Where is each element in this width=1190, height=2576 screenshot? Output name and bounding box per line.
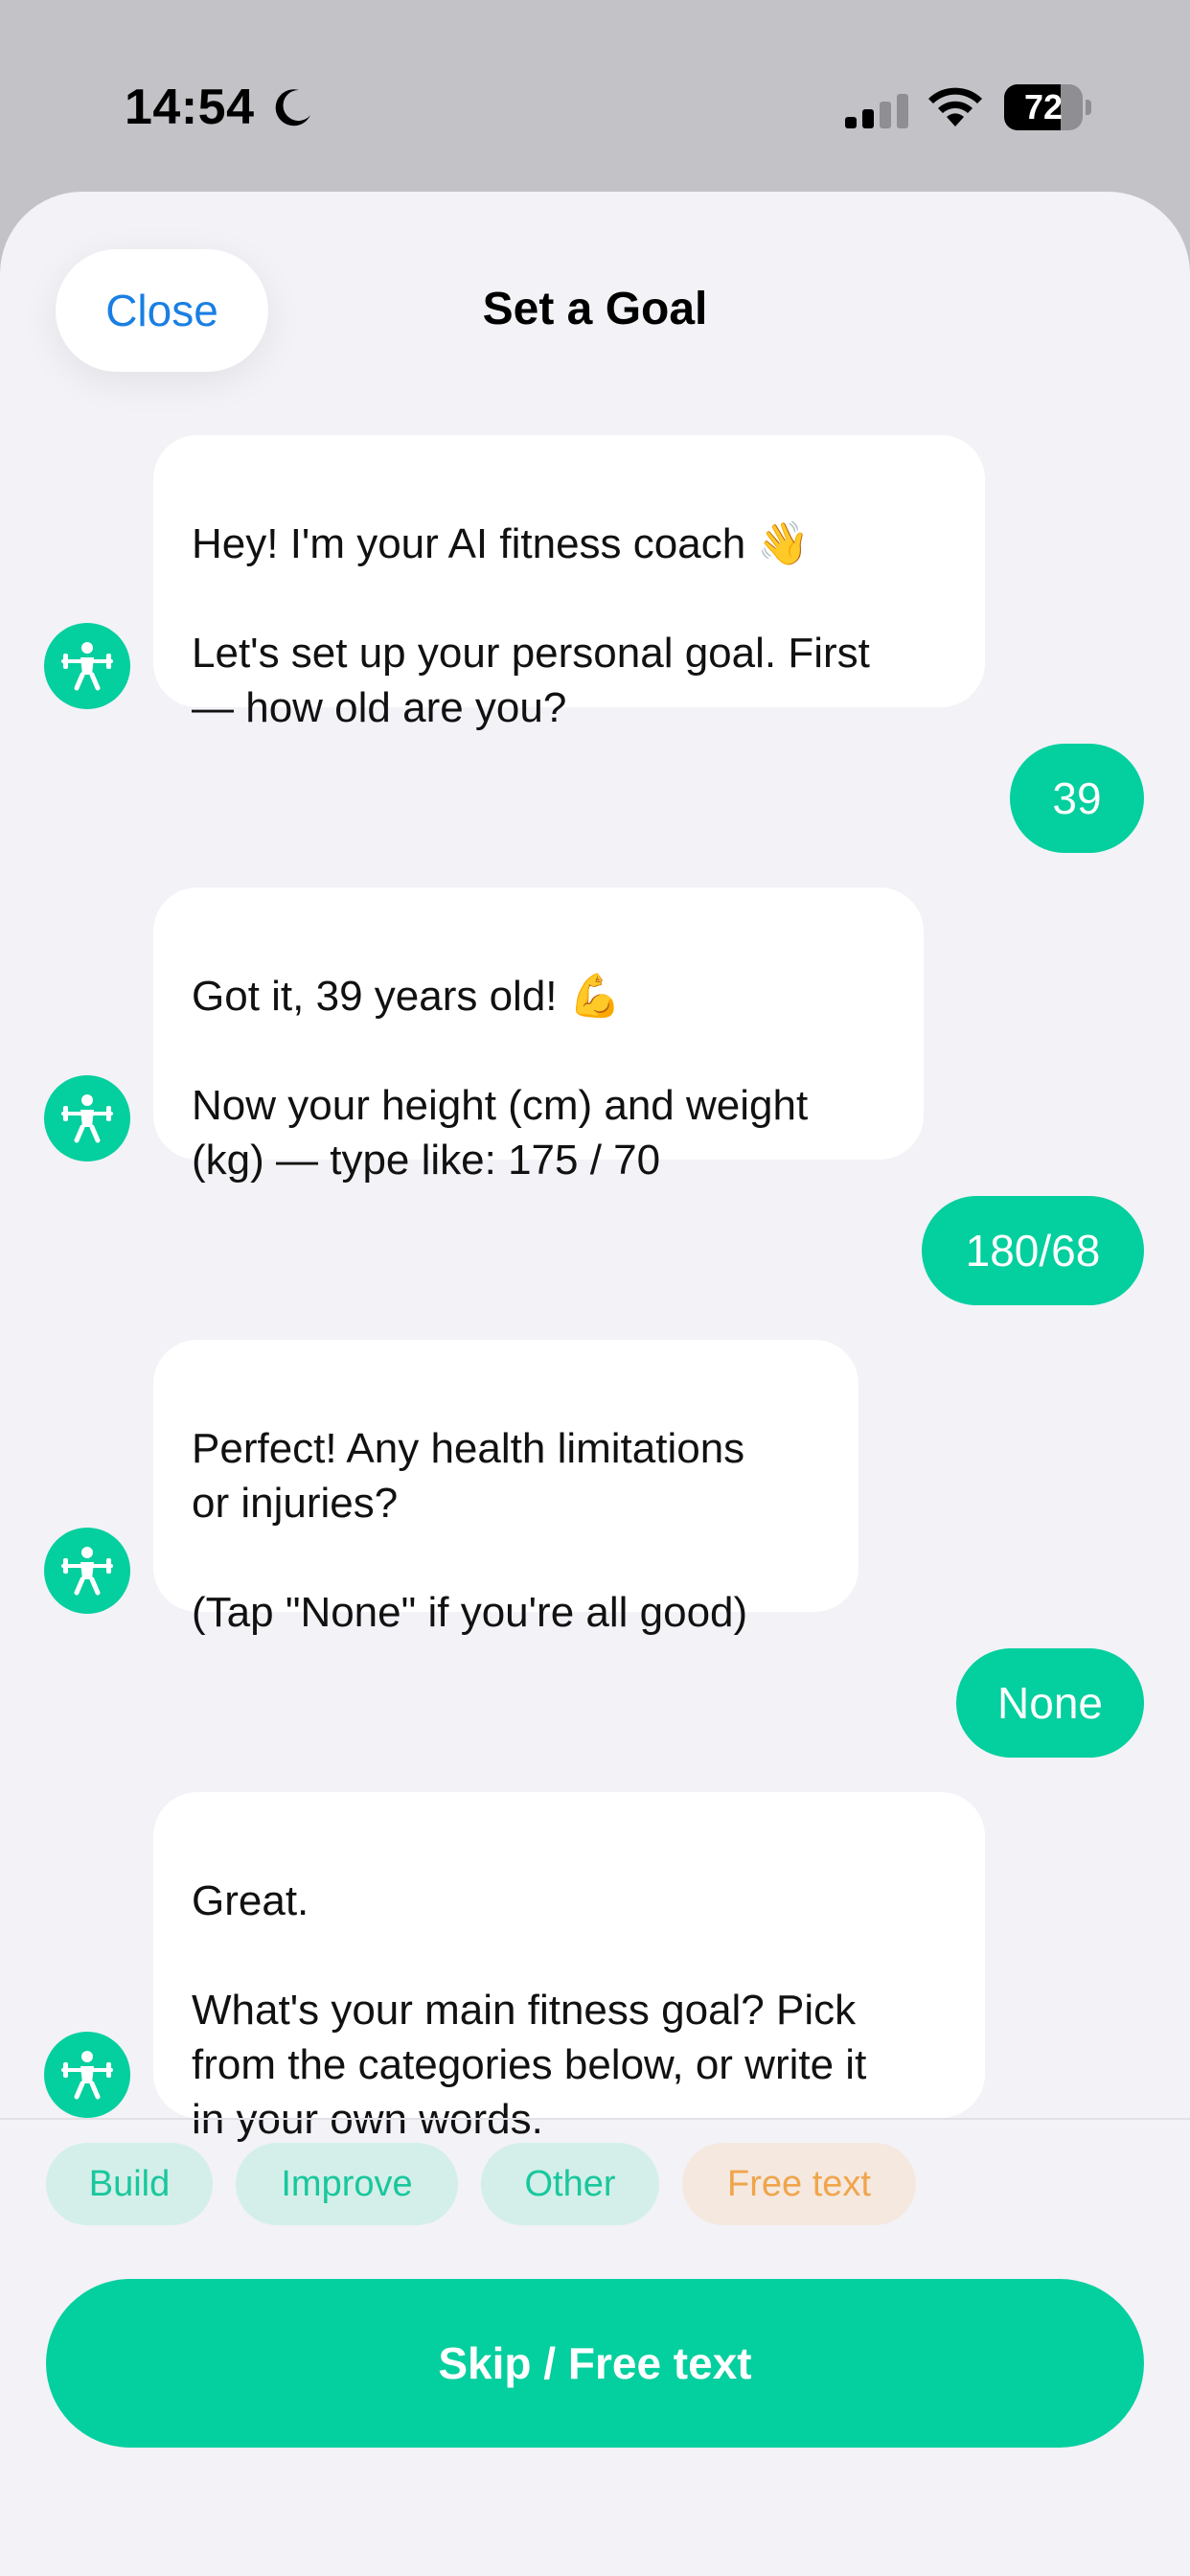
status-time: 14:54 xyxy=(125,80,255,135)
bot-message: Got it, 39 years old! 💪 Now your height (… xyxy=(153,887,924,1184)
goal-sheet: Close Set a Goal Hey! I'm your AI fitnes… xyxy=(0,192,1190,2576)
bot-message-text: Let's set up your personal goal. First —… xyxy=(192,630,870,731)
skip-free-text-button[interactable]: Skip / Free text xyxy=(46,2279,1144,2448)
coach-avatar xyxy=(44,623,130,709)
bot-message: Perfect! Any health limitations or injur… xyxy=(153,1340,858,1636)
bot-message-text: Perfect! Any health limitations or injur… xyxy=(192,1425,745,1527)
bot-message: Great. What's your main fitness goal? Pic… xyxy=(153,1792,985,2143)
composer-divider xyxy=(0,2118,1190,2120)
user-message: 180/68 xyxy=(922,1196,1144,1305)
flexed-biceps-emoji: 💪 xyxy=(568,972,622,1021)
coach-avatar xyxy=(44,1528,130,1614)
weightlifter-icon xyxy=(61,1094,113,1143)
quick-reply-free-text[interactable]: Free text xyxy=(682,2143,916,2225)
quick-reply-build[interactable]: Build xyxy=(46,2143,213,2225)
moon-icon xyxy=(275,89,310,126)
bot-message: Hey! I'm your AI fitness coach 👋 Let's se… xyxy=(153,435,985,731)
battery-icon: 72 xyxy=(1004,84,1092,130)
weightlifter-icon xyxy=(61,2051,113,2100)
quick-reply-improve[interactable]: Improve xyxy=(236,2143,458,2225)
bot-message-text: Now your height (cm) and weight (kg) — t… xyxy=(192,1082,809,1184)
waving-hand-emoji: 👋 xyxy=(757,519,811,568)
wifi-icon xyxy=(928,87,982,126)
coach-avatar xyxy=(44,2032,130,2118)
quick-reply-other[interactable]: Other xyxy=(481,2143,659,2225)
coach-avatar xyxy=(44,1075,130,1162)
bot-message-text: Got it, 39 years old! xyxy=(192,973,558,1020)
status-bar: 14:54 72 xyxy=(0,0,1190,192)
bot-message-text: Great. xyxy=(192,1877,309,1924)
weightlifter-icon xyxy=(61,642,113,691)
cellular-signal-icon xyxy=(845,94,908,128)
bot-message-text: Hey! I'm your AI fitness coach xyxy=(192,520,746,567)
chat-thread[interactable]: Hey! I'm your AI fitness coach 👋 Let's se… xyxy=(0,192,1190,2143)
bot-message-text: (Tap "None" if you're all good) xyxy=(192,1589,748,1636)
user-message: 39 xyxy=(1010,744,1144,853)
user-message: None xyxy=(956,1648,1144,1758)
battery-percentage: 72 xyxy=(1023,87,1064,126)
weightlifter-icon xyxy=(61,1547,113,1596)
